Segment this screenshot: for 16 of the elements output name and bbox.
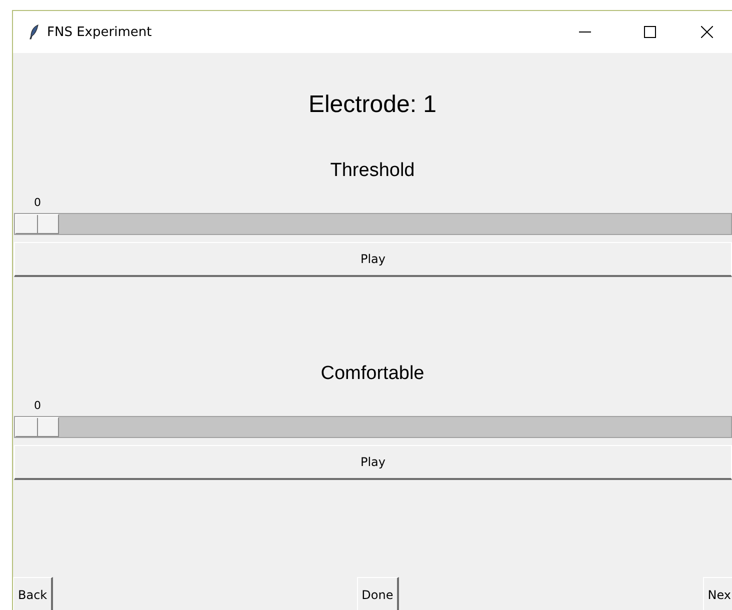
window-title: FNS Experiment — [47, 24, 152, 40]
play-button[interactable]: Play — [14, 242, 732, 277]
slider-thumb[interactable] — [15, 417, 59, 437]
slider-thumb[interactable] — [15, 214, 59, 234]
slider-value: 0 — [34, 399, 41, 412]
maximize-icon[interactable] — [644, 26, 656, 38]
section-label: Comfortable — [320, 363, 424, 385]
play-button[interactable]: Play — [14, 445, 732, 480]
nav-button[interactable]: Back — [13, 577, 54, 610]
section-label: Threshold — [330, 160, 415, 182]
nav-button[interactable]: Done — [356, 577, 400, 610]
feather-icon — [29, 24, 39, 40]
slider-value: 0 — [34, 196, 41, 209]
electrode-heading: Electrode: 1 — [308, 91, 437, 119]
close-icon[interactable] — [701, 26, 713, 38]
nav-button[interactable]: Nex — [702, 577, 732, 610]
